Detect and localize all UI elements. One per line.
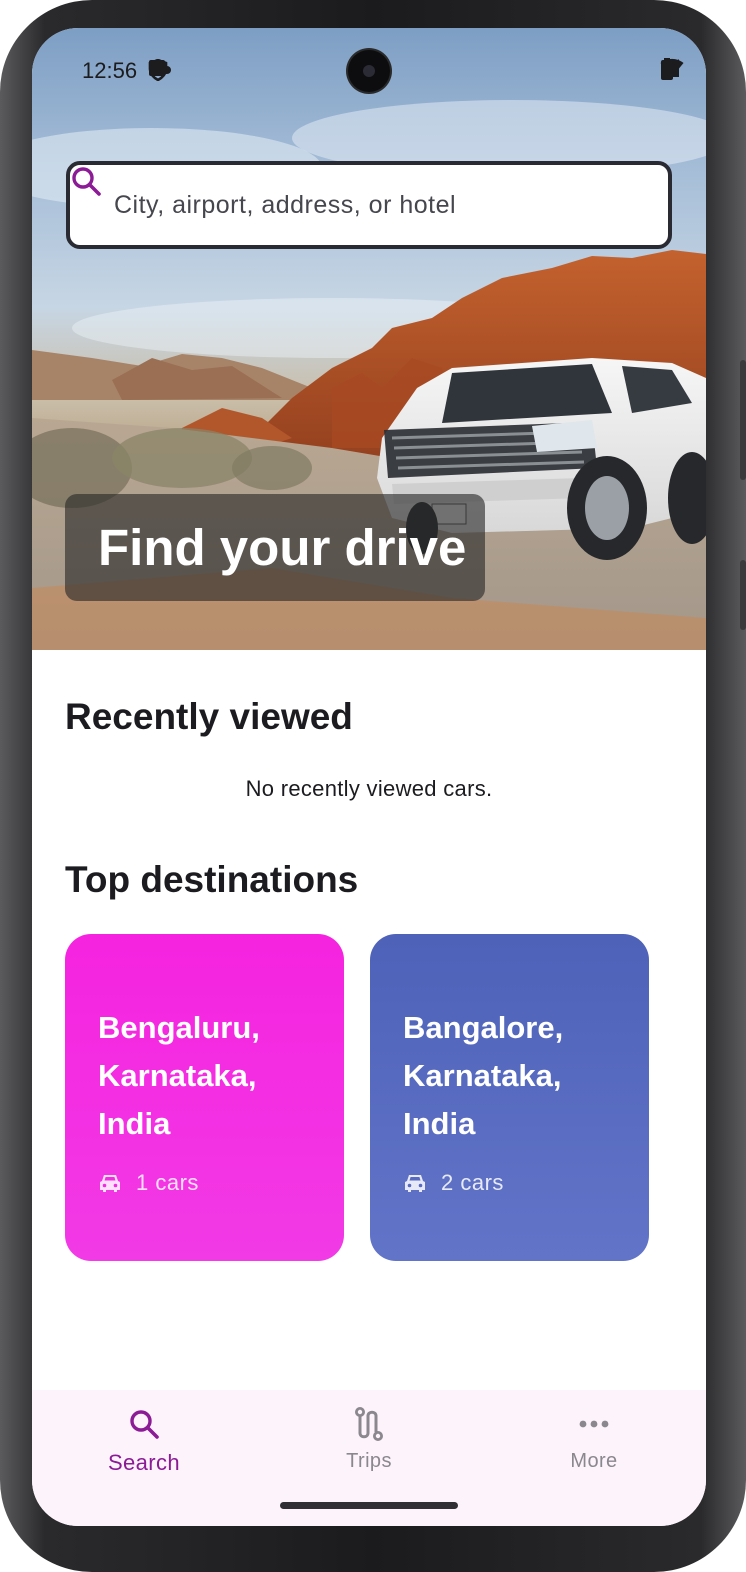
nav-search[interactable]: Search [32,1390,256,1500]
car-icon [98,1173,122,1193]
volume-button [740,360,746,480]
recently-viewed-empty-message: No recently viewed cars. [245,776,493,801]
nav-label: Trips [346,1450,392,1472]
screen: 12:56 City, airport, address, or hotel F… [32,28,706,1526]
top-destinations-title: Top destinations [65,859,359,900]
search-icon [128,1406,160,1442]
search-placeholder: City, airport, address, or hotel [114,190,457,219]
home-indicator[interactable] [280,1502,458,1509]
device-frame: 12:56 City, airport, address, or hotel F… [0,0,746,1572]
cloud-icon [149,60,171,74]
destination-name: Bangalore, Karnataka, India [403,1010,564,1141]
recently-viewed-title: Recently viewed [65,696,353,737]
trips-icon [353,1406,385,1442]
destination-car-count: 2 cars [403,1170,619,1196]
nav-more[interactable]: More [482,1390,706,1500]
destination-car-count: 1 cars [98,1170,314,1196]
status-time: 12:56 [82,58,138,83]
status-bar: 12:56 [32,28,706,114]
nav-trips[interactable]: Trips [257,1390,481,1500]
nav-label: Search [107,1450,181,1475]
car-count-label: 2 cars [441,1170,504,1195]
search-input[interactable]: City, airport, address, or hotel [66,161,672,249]
power-button [740,560,746,630]
destinations-carousel[interactable]: Bengaluru, Karnataka, India 1 cars Banga… [65,934,673,1262]
more-icon [578,1406,610,1442]
destination-name: Bengaluru, Karnataka, India [98,1010,260,1141]
destination-card[interactable]: Bangalore, Karnataka, India 2 cars [370,934,649,1261]
hero-headline: Find your drive [98,519,467,576]
destination-card[interactable]: Bengaluru, Karnataka, India 1 cars [65,934,344,1261]
nav-label: More [570,1450,618,1472]
headline-overlay: Find your drive [65,494,485,601]
car-icon [403,1173,427,1193]
car-count-label: 1 cars [136,1170,199,1195]
battery-icon [661,58,673,80]
front-camera [348,50,390,92]
hero-banner: 12:56 City, airport, address, or hotel F… [32,28,706,650]
